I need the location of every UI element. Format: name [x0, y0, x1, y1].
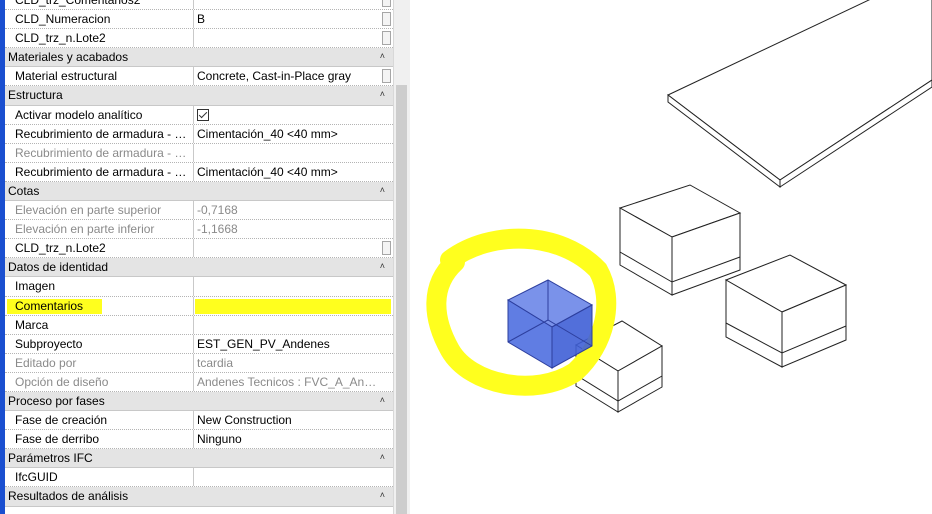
property-row[interactable]: Subproyecto EST_GEN_PV_Andenes [5, 334, 393, 354]
property-name: Marca [5, 315, 194, 334]
property-row[interactable]: CLD_Numeracion B [5, 10, 393, 30]
property-value[interactable]: Cimentación_40 <40 mm> [194, 163, 381, 181]
property-value[interactable]: New Construction [194, 411, 381, 429]
property-value: tcardia [197, 355, 234, 370]
edit-value-button[interactable] [382, 241, 391, 256]
property-name: IfcGUID [5, 468, 194, 487]
group-header[interactable]: Materiales y acabados ˄ [5, 48, 393, 68]
property-name: Opción de diseño [5, 372, 194, 391]
checkbox-checked-icon[interactable] [197, 108, 209, 121]
property-name: Material estructural [5, 67, 194, 86]
model-view-svg [426, 0, 932, 413]
property-row[interactable]: CLD_trz_n.Lote2 [5, 239, 393, 259]
property-name: Subproyecto [5, 334, 194, 353]
edit-value-button[interactable] [382, 69, 391, 84]
property-name: Recubrimiento de armadura - C... [5, 143, 194, 162]
property-name: Comentarios [5, 296, 194, 315]
group-header-label: Datos de identidad [8, 260, 109, 275]
property-value[interactable]: Ninguno [194, 430, 381, 448]
group-header[interactable]: Proceso por fases ˄ [5, 391, 393, 412]
property-value[interactable] [194, 297, 381, 315]
group-header[interactable]: Resultados de análisis ˄ [5, 487, 393, 507]
collapse-chevron-icon[interactable]: ˄ [380, 449, 385, 466]
property-row[interactable]: CLD_trz_Comentarios2 [5, 0, 393, 11]
property-value[interactable] [194, 0, 381, 9]
edit-value-button[interactable] [382, 0, 391, 7]
property-row[interactable]: Elevación en parte superior -0,7168 [5, 201, 393, 221]
group-header[interactable]: Cotas ˄ [5, 181, 393, 202]
3d-view-canvas[interactable] [410, 0, 932, 514]
property-value[interactable] [194, 277, 381, 295]
floor-slab[interactable] [667, 0, 932, 189]
property-row[interactable]: Comentarios [5, 296, 393, 316]
property-value[interactable]: Concrete, Cast-in-Place gray [194, 67, 381, 85]
property-name: Imagen [5, 277, 194, 296]
collapse-chevron-icon[interactable]: ˄ [380, 487, 385, 504]
property-name: CLD_trz_Comentarios2 [5, 0, 194, 10]
group-header-label: Proceso por fases [8, 393, 105, 408]
property-name: Recubrimiento de armadura - O... [5, 162, 194, 181]
group-header-label: Materiales y acabados [8, 50, 129, 65]
property-row[interactable]: Activar modelo analítico [5, 105, 393, 125]
group-header-label: Estructura [8, 88, 63, 103]
group-header-label: Resultados de análisis [8, 489, 129, 504]
property-row[interactable]: Elevación en parte inferior -1,1668 [5, 220, 393, 240]
pile-cap-3[interactable] [724, 254, 848, 368]
group-header-label: Cotas [8, 183, 40, 198]
property-row[interactable]: Recubrimiento de armadura - C... [5, 143, 393, 163]
group-header-label: Parámetros IFC [8, 451, 93, 466]
collapse-chevron-icon[interactable]: ˄ [380, 86, 385, 103]
property-name: Elevación en parte superior [5, 201, 194, 220]
properties-scrollbar[interactable] [393, 0, 410, 514]
edit-value-button[interactable] [382, 31, 391, 46]
collapse-chevron-icon[interactable]: ˄ [380, 48, 385, 65]
property-row[interactable]: Recubrimiento de armadura - C... Cimentac… [5, 124, 393, 144]
scrollbar-thumb[interactable] [396, 85, 407, 514]
property-row[interactable]: CLD_trz_n.Lote2 [5, 29, 393, 49]
property-row[interactable]: Fase de creación New Construction [5, 411, 393, 431]
collapse-chevron-icon[interactable]: ˄ [380, 258, 385, 275]
property-row[interactable]: Marca [5, 315, 393, 335]
property-row[interactable]: Recubrimiento de armadura - O... Cimentac… [5, 162, 393, 182]
property-row[interactable]: Material estructural Concrete, Cast-in-Pl… [5, 67, 393, 87]
property-value: Andenes Tecnicos : FVC_A_Anden... [197, 374, 381, 389]
property-value[interactable]: B [194, 10, 381, 28]
property-value[interactable] [194, 239, 381, 257]
property-value [194, 144, 381, 162]
group-header[interactable]: Estructura ˄ [5, 86, 393, 106]
property-value[interactable]: EST_GEN_PV_Andenes [194, 335, 381, 353]
property-row[interactable]: Fase de derribo Ninguno [5, 430, 393, 450]
property-name: Editado por [5, 353, 194, 372]
property-value: -0,7168 [197, 203, 238, 218]
property-row[interactable]: Editado por tcardia [5, 353, 393, 373]
edit-value-button[interactable] [382, 12, 391, 27]
property-name: Recubrimiento de armadura - C... [5, 124, 194, 143]
property-value: -1,1668 [197, 222, 238, 237]
property-name: CLD_Numeracion [5, 10, 194, 29]
property-name: Fase de derribo [5, 430, 194, 449]
property-value[interactable] [194, 29, 381, 47]
property-name: CLD_trz_n.Lote2 [5, 239, 194, 258]
property-row[interactable]: Imagen [5, 277, 393, 297]
property-row[interactable]: Opción de diseño Andenes Tecnicos : FVC_A… [5, 372, 393, 392]
property-value[interactable] [194, 468, 381, 486]
property-value[interactable]: Cimentación_40 <40 mm> [194, 125, 381, 143]
property-value[interactable] [194, 106, 381, 124]
properties-grid: CLD_trz_Comentarios2 CLD_Numeracion B CLD_t… [5, 0, 393, 507]
group-header[interactable]: Parámetros IFC ˄ [5, 449, 393, 469]
properties-panel: CLD_trz_Comentarios2 CLD_Numeracion B CLD_t… [0, 0, 410, 514]
collapse-chevron-icon[interactable]: ˄ [380, 182, 385, 199]
property-value[interactable] [194, 316, 381, 334]
collapse-chevron-icon[interactable]: ˄ [380, 392, 385, 409]
pile-cap-2[interactable] [618, 184, 742, 296]
property-name: Activar modelo analítico [5, 105, 194, 124]
property-row[interactable]: IfcGUID [5, 468, 393, 488]
group-header[interactable]: Datos de identidad ˄ [5, 258, 393, 278]
property-name: CLD_trz_n.Lote2 [5, 29, 194, 48]
property-name: Elevación en parte inferior [5, 220, 194, 239]
property-name: Fase de creación [5, 411, 194, 430]
